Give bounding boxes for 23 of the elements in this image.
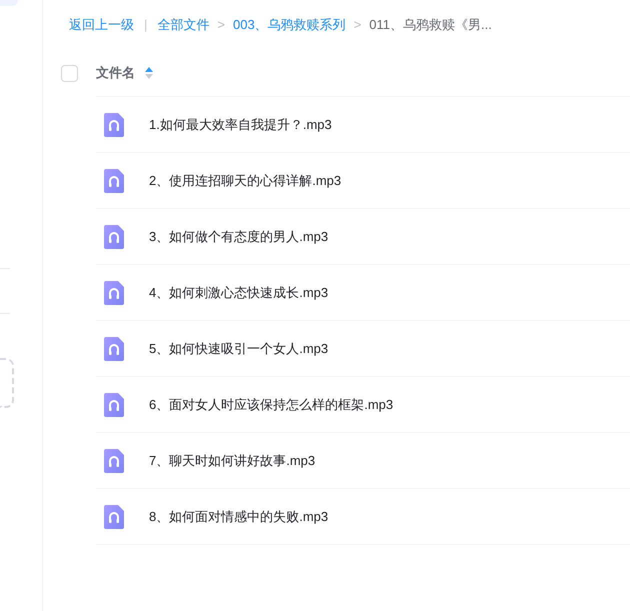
file-name[interactable]: 3、如何做个有态度的男人.mp3 [149,226,328,246]
audio-file-icon [104,392,124,416]
audio-file-icon [104,448,124,472]
audio-file-icon [104,504,124,528]
file-name[interactable]: 2、使用连招聊天的心得详解.mp3 [149,170,342,190]
file-name[interactable]: 7、聊天时如何讲好故事.mp3 [149,450,316,470]
chevron-separator: > [354,16,362,34]
current-folder: 011、乌鸦救赎《男... [369,16,492,34]
audio-file-icon [104,112,124,136]
file-name[interactable]: 5、如何快速吸引一个女人.mp3 [149,338,328,358]
file-name[interactable]: 6、面对女人时应该保持怎么样的框架.mp3 [149,394,394,414]
column-header[interactable]: 文件名 [96,63,135,83]
audio-file-icon [104,336,124,360]
file-name[interactable]: 8、如何面对情感中的失败.mp3 [149,506,328,526]
sort-icon[interactable] [145,67,153,79]
file-name[interactable]: 1.如何最大效率自我提升？.mp3 [149,114,332,134]
audio-file-icon [104,224,124,248]
select-all-checkbox[interactable] [61,64,78,82]
chevron-separator: > [217,16,225,34]
audio-file-icon [104,168,124,192]
file-name[interactable]: 4、如何刺激心态快速成长.mp3 [149,282,328,302]
separator: | [144,16,148,34]
audio-file-icon [104,280,124,304]
